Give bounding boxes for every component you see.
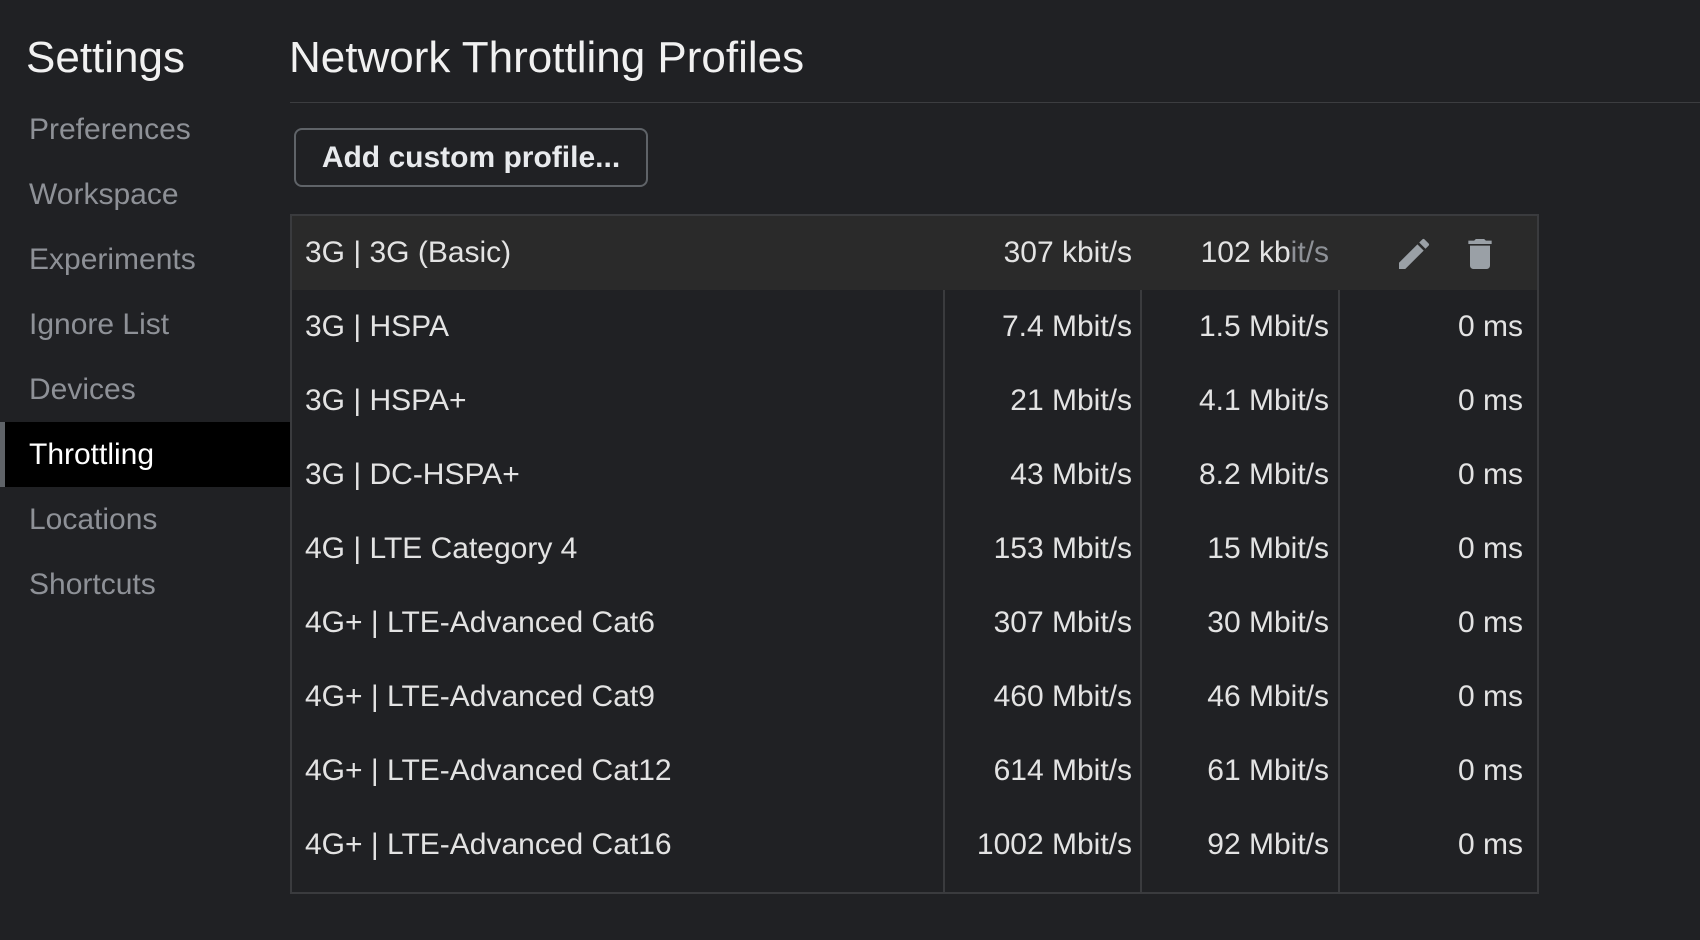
profile-latency: 0 ms [1457, 680, 1523, 713]
profile-latency: 0 ms [1457, 384, 1523, 417]
nav-item-devices[interactable]: Devices [0, 357, 290, 422]
profile-download: 153 Mbit/s [993, 532, 1132, 565]
profile-upload: 102 kbit/s [1142, 216, 1329, 290]
profile-download: 307 kbit/s [1003, 236, 1132, 269]
profile-download: 7.4 Mbit/s [1001, 310, 1132, 343]
profile-upload: 4.1 Mbit/s [1198, 384, 1329, 417]
profile-upload: 8.2 Mbit/s [1198, 458, 1329, 491]
settings-sidebar: Settings Preferences Workspace Experimen… [0, 0, 290, 940]
profile-upload: 61 Mbit/s [1207, 754, 1329, 787]
profile-latency: 0 ms [1457, 828, 1523, 861]
nav-item-ignore-list[interactable]: Ignore List [0, 292, 290, 357]
profile-name: 3G | DC-HSPA+ [305, 458, 520, 491]
throttling-profiles-table: 3G | 3G (Basic) 307 kbit/s 102 kbit/s 3G… [290, 214, 1539, 894]
profile-download: 460 Mbit/s [993, 680, 1132, 713]
profile-latency: 0 ms [1457, 754, 1523, 787]
nav-item-experiments[interactable]: Experiments [0, 227, 290, 292]
profile-latency: 0 ms [1457, 532, 1523, 565]
profile-row[interactable]: 3G | HSPA 7.4 Mbit/s 1.5 Mbit/s 0 ms [292, 290, 1537, 364]
add-custom-profile-button[interactable]: Add custom profile... [294, 128, 648, 187]
profile-row[interactable]: 4G+ | LTE-Advanced Cat6 307 Mbit/s 30 Mb… [292, 586, 1537, 660]
profile-name: 4G+ | LTE-Advanced Cat12 [305, 754, 672, 787]
settings-title: Settings [26, 33, 185, 82]
profile-download: 307 Mbit/s [993, 606, 1132, 639]
nav-item-workspace[interactable]: Workspace [0, 162, 290, 227]
profile-row[interactable]: 3G | HSPA+ 21 Mbit/s 4.1 Mbit/s 0 ms [292, 364, 1537, 438]
profile-name: 4G | LTE Category 4 [305, 532, 578, 565]
profile-latency: 0 ms [1457, 606, 1523, 639]
title-divider [290, 102, 1700, 103]
profile-name: 3G | 3G (Basic) [305, 236, 512, 269]
profile-upload-text: 102 kb [1200, 236, 1291, 269]
profile-upload: 30 Mbit/s [1207, 606, 1329, 639]
profile-row[interactable]: 4G+ | LTE-Advanced Cat9 460 Mbit/s 46 Mb… [292, 660, 1537, 734]
profile-upload: 15 Mbit/s [1207, 532, 1329, 565]
profile-latency: 0 ms [1457, 310, 1523, 343]
profile-name: 4G+ | LTE-Advanced Cat6 [305, 606, 655, 639]
profile-name: 4G+ | LTE-Advanced Cat9 [305, 680, 655, 713]
profile-upload: 92 Mbit/s [1207, 828, 1329, 861]
profile-download: 21 Mbit/s [1010, 384, 1132, 417]
profile-row[interactable]: 4G | LTE Category 4 153 Mbit/s 15 Mbit/s… [292, 512, 1537, 586]
profile-upload: 1.5 Mbit/s [1198, 310, 1329, 343]
profile-download: 43 Mbit/s [1010, 458, 1132, 491]
profile-download: 614 Mbit/s [993, 754, 1132, 787]
profile-name: 3G | HSPA [305, 310, 449, 343]
pencil-icon[interactable] [1394, 234, 1434, 274]
nav-item-preferences[interactable]: Preferences [0, 97, 290, 162]
profile-row[interactable]: 3G | DC-HSPA+ 43 Mbit/s 8.2 Mbit/s 0 ms [292, 438, 1537, 512]
nav-item-locations[interactable]: Locations [0, 487, 290, 552]
nav-item-shortcuts[interactable]: Shortcuts [0, 552, 290, 617]
profile-name: 4G+ | LTE-Advanced Cat16 [305, 828, 672, 861]
profile-row[interactable]: 4G+ | LTE-Advanced Cat12 614 Mbit/s 61 M… [292, 734, 1537, 808]
profile-row[interactable]: 3G | 3G (Basic) 307 kbit/s 102 kbit/s [292, 216, 1537, 290]
trash-icon[interactable] [1460, 234, 1500, 274]
profile-row[interactable]: 4G+ | LTE-Advanced Cat16 1002 Mbit/s 92 … [292, 808, 1537, 882]
page-title: Network Throttling Profiles [289, 33, 805, 82]
profile-upload-text-faded: it/s [1290, 236, 1329, 269]
nav-item-throttling[interactable]: Throttling [0, 422, 290, 487]
profile-upload: 46 Mbit/s [1207, 680, 1329, 713]
settings-nav: Preferences Workspace Experiments Ignore… [0, 97, 290, 617]
profile-latency: 0 ms [1457, 458, 1523, 491]
profile-download: 1002 Mbit/s [976, 828, 1132, 861]
profile-name: 3G | HSPA+ [305, 384, 467, 417]
row-actions [1338, 216, 1535, 290]
